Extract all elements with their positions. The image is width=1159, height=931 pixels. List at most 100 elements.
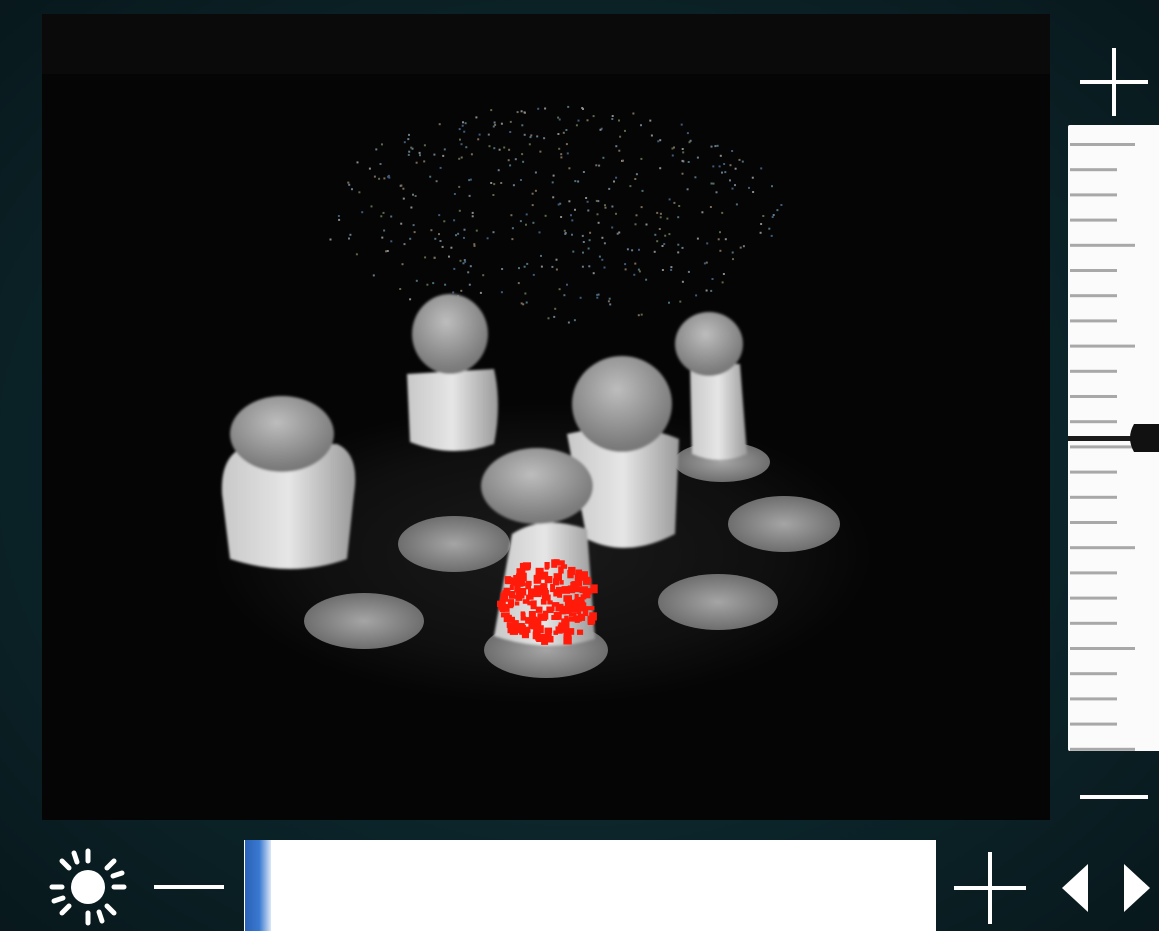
noise-speck	[529, 136, 532, 139]
noise-speck	[554, 307, 557, 310]
zoom-slider-handle[interactable]	[1130, 424, 1159, 452]
brightness-slider-handle[interactable]	[245, 840, 271, 931]
noise-speck	[509, 164, 512, 167]
noise-speck	[463, 236, 465, 239]
zoom-slider[interactable]	[1068, 125, 1159, 751]
overlay-pixel	[567, 570, 574, 579]
noise-speck	[407, 138, 410, 141]
noise-speck	[732, 258, 734, 261]
brightness-increase-button[interactable]	[952, 850, 1028, 926]
slider-tick	[1070, 294, 1117, 298]
noise-speck	[423, 160, 426, 163]
next-button[interactable]	[1120, 862, 1154, 914]
overlay-pixel	[568, 616, 574, 622]
noise-speck	[633, 273, 636, 276]
noise-speck	[525, 213, 528, 216]
noise-speck	[486, 237, 489, 240]
zoom-in-button[interactable]	[1078, 46, 1150, 118]
noise-speck	[681, 172, 684, 175]
noise-speck	[752, 191, 755, 193]
noise-speck	[470, 153, 473, 156]
noise-speck	[682, 151, 685, 154]
zoom-slider-handle-line[interactable]	[1068, 436, 1138, 441]
noise-speck	[721, 171, 723, 174]
noise-speck	[525, 301, 528, 304]
plus-icon	[1080, 48, 1148, 116]
noise-speck	[375, 148, 378, 151]
noise-speck	[408, 133, 410, 136]
noise-speck	[526, 262, 529, 265]
noise-speck	[714, 145, 717, 148]
brightness-slider[interactable]	[244, 840, 936, 931]
noise-speck	[712, 182, 715, 185]
noise-speck	[687, 161, 690, 163]
noise-speck	[523, 111, 526, 114]
noise-speck	[555, 268, 558, 271]
slider-tick	[1070, 621, 1117, 625]
noise-speck	[723, 163, 726, 165]
slider-tick	[1070, 344, 1135, 348]
noise-speck	[582, 251, 584, 254]
noise-speck	[530, 134, 533, 137]
noise-speck	[522, 160, 525, 163]
previous-button[interactable]	[1058, 862, 1092, 914]
noise-speck	[532, 221, 535, 224]
camera-image-viewport[interactable]	[42, 14, 1050, 820]
noise-speck	[383, 177, 386, 180]
noise-speck	[624, 268, 627, 271]
noise-speck	[638, 248, 640, 251]
noise-speck	[601, 258, 604, 261]
noise-speck	[441, 245, 444, 248]
noise-speck	[487, 133, 490, 136]
noise-speck	[460, 143, 463, 146]
noise-speck	[415, 279, 418, 282]
noise-speck	[611, 118, 614, 120]
slider-tick	[1070, 546, 1135, 550]
noise-speck	[586, 119, 589, 122]
noise-speck	[760, 223, 763, 225]
noise-speck	[670, 266, 673, 269]
overlay-pixel	[527, 601, 534, 606]
noise-speck	[553, 315, 556, 318]
zoom-out-button[interactable]	[1078, 780, 1150, 814]
noise-speck	[695, 294, 698, 297]
slider-tick	[1070, 647, 1135, 650]
noise-speck	[677, 216, 680, 219]
noise-speck	[634, 223, 637, 226]
noise-speck	[509, 120, 512, 123]
noise-speck	[681, 148, 684, 150]
noise-speck	[453, 219, 456, 222]
noise-speck	[351, 188, 353, 191]
slider-tick	[1070, 495, 1117, 499]
noise-speck	[560, 156, 563, 159]
noise-speck	[563, 294, 566, 297]
noise-speck	[544, 214, 547, 217]
noise-speck	[511, 227, 514, 230]
noise-speck	[615, 212, 617, 215]
noise-speck	[581, 234, 584, 237]
noise-speck	[717, 238, 720, 241]
triangle-right-icon	[1124, 864, 1150, 912]
noise-speck	[640, 313, 643, 316]
noise-speck	[403, 243, 406, 246]
noise-speck	[503, 146, 506, 149]
noise-speck	[564, 232, 567, 235]
noise-speck	[448, 255, 450, 258]
noise-speck	[467, 271, 470, 274]
noise-speck	[338, 218, 341, 221]
brightness-button[interactable]	[48, 847, 128, 927]
noise-speck	[500, 122, 503, 125]
overlay-pixel	[535, 567, 544, 576]
noise-speck	[701, 211, 704, 214]
noise-speck	[419, 154, 421, 157]
noise-speck	[565, 143, 568, 146]
brightness-decrease-button[interactable]	[152, 872, 226, 902]
noise-speck	[577, 180, 580, 183]
overlay-pixel	[535, 606, 543, 613]
slider-tick	[1070, 243, 1135, 247]
overlay-pixel	[575, 599, 584, 608]
noise-speck	[666, 217, 669, 220]
noise-speck	[540, 265, 543, 268]
noise-speck	[463, 228, 466, 231]
noise-speck	[492, 231, 495, 234]
